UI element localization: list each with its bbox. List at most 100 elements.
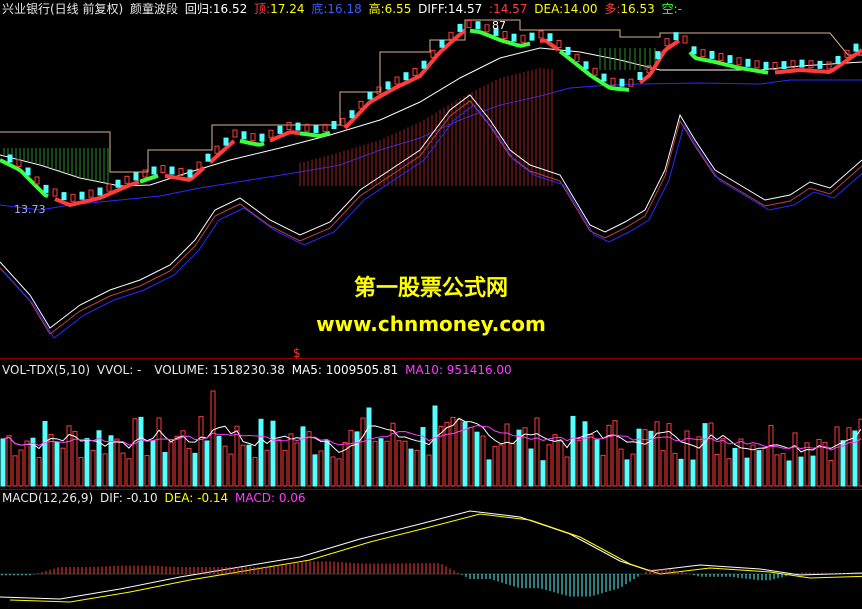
price-chart-panel[interactable]: 兴业银行(日线 前复权) 颜童波段 回归:16.52 顶:17.24 底:16.… xyxy=(0,0,862,347)
candle xyxy=(124,175,130,184)
candle xyxy=(511,33,517,42)
volume-bar xyxy=(60,447,66,487)
candle xyxy=(205,153,211,162)
volume-bar xyxy=(534,417,540,487)
volume-bar xyxy=(450,416,456,487)
volume-bar xyxy=(660,450,666,487)
volume-panel[interactable]: VOL-TDX(5,10) VVOL: - VOLUME: 1518230.38… xyxy=(0,361,862,489)
candle xyxy=(43,184,49,193)
price-band xyxy=(558,49,630,92)
volume-bar xyxy=(372,440,378,487)
volume-bar xyxy=(600,454,606,487)
price-band xyxy=(638,39,681,85)
candle xyxy=(592,67,598,76)
volume-bar xyxy=(240,444,246,487)
macd-chart-canvas[interactable] xyxy=(0,489,862,609)
volume-bar xyxy=(414,449,420,487)
volume-bar xyxy=(12,455,18,487)
volume-bar xyxy=(510,442,516,487)
volume-bar xyxy=(336,458,342,487)
volume-bar xyxy=(426,454,432,487)
volume-bar xyxy=(432,405,438,487)
price-band xyxy=(208,139,236,164)
macd-value: MACD: 0.06 xyxy=(235,491,306,505)
candle xyxy=(826,61,832,70)
volume-bar xyxy=(282,449,288,487)
candle xyxy=(7,154,13,163)
vol-name[interactable]: VOL-TDX(5,10) xyxy=(2,363,90,377)
volume-bar xyxy=(780,453,786,487)
volume-bar xyxy=(180,430,186,487)
candle xyxy=(187,169,193,178)
price-band xyxy=(299,130,331,138)
volume-bar xyxy=(456,418,462,487)
kong-value: - xyxy=(677,2,682,16)
volume-bar xyxy=(546,444,552,487)
diff-value: 14.57 xyxy=(447,2,483,16)
candle xyxy=(457,23,463,32)
support-line xyxy=(0,79,862,211)
stock-title[interactable]: 兴业银行(日线 前复权) xyxy=(2,2,123,16)
volume-bar xyxy=(318,450,324,487)
volume-bar xyxy=(630,453,636,487)
volume-bar xyxy=(198,416,204,487)
volume-bar xyxy=(636,428,642,487)
candle xyxy=(232,129,238,138)
volume-bar xyxy=(606,424,612,487)
panel-divider[interactable] xyxy=(0,358,862,359)
candle xyxy=(529,32,535,41)
candle xyxy=(520,34,526,43)
volume-bar xyxy=(786,460,792,487)
volume-bar xyxy=(378,438,384,487)
macd-header: MACD(12,26,9) DIF: -0.10 DEA: -0.14 MACD… xyxy=(0,489,309,507)
volume-chart-canvas[interactable] xyxy=(0,361,862,489)
candle xyxy=(286,121,292,130)
volume-bar xyxy=(402,440,408,487)
volume-bar xyxy=(528,448,534,487)
volume-bar xyxy=(348,429,354,487)
price-band xyxy=(54,180,140,208)
candle xyxy=(799,59,805,68)
candle xyxy=(421,60,427,69)
volume-bar xyxy=(702,423,708,487)
volume-bar xyxy=(750,444,756,487)
candle xyxy=(754,60,760,69)
volume-bar xyxy=(774,454,780,487)
vvol-value: VVOL: - xyxy=(96,363,142,377)
volume-bar xyxy=(114,438,120,487)
volume-bar xyxy=(612,420,618,487)
volume-bar xyxy=(762,447,768,487)
candle xyxy=(700,49,706,58)
candle xyxy=(835,56,841,64)
volume-bar xyxy=(144,455,150,487)
gao-value: 6.55 xyxy=(384,2,412,16)
candle xyxy=(160,165,166,173)
volume-bar xyxy=(48,433,54,487)
volume-bar xyxy=(492,445,498,487)
volume-bar xyxy=(174,435,180,487)
candle xyxy=(367,91,373,100)
volume-bar xyxy=(162,451,168,487)
oscillator-blue xyxy=(3,104,862,339)
candle xyxy=(601,73,607,82)
volume-bar xyxy=(570,415,576,487)
candle xyxy=(709,50,715,59)
volume-bar xyxy=(834,426,840,487)
volume-bar xyxy=(624,459,630,487)
diff2-value: :14.57 xyxy=(489,2,528,16)
volume-bar xyxy=(168,441,174,487)
macd-panel[interactable]: MACD(12,26,9) DIF: -0.10 DEA: -0.14 MACD… xyxy=(0,489,862,609)
volume-bar xyxy=(594,439,600,487)
volume-bar xyxy=(36,456,42,487)
volume-bar xyxy=(846,427,852,487)
vol-ma5-line xyxy=(2,417,862,454)
candle xyxy=(313,124,319,133)
volume-bar xyxy=(186,447,192,487)
macd-name[interactable]: MACD(12,26,9) xyxy=(2,491,93,505)
volume-bar xyxy=(810,455,816,487)
candle xyxy=(664,38,670,47)
volume-bar xyxy=(840,440,846,487)
candle xyxy=(88,189,94,198)
volume-bar xyxy=(468,426,474,487)
volume-bar xyxy=(270,420,276,487)
